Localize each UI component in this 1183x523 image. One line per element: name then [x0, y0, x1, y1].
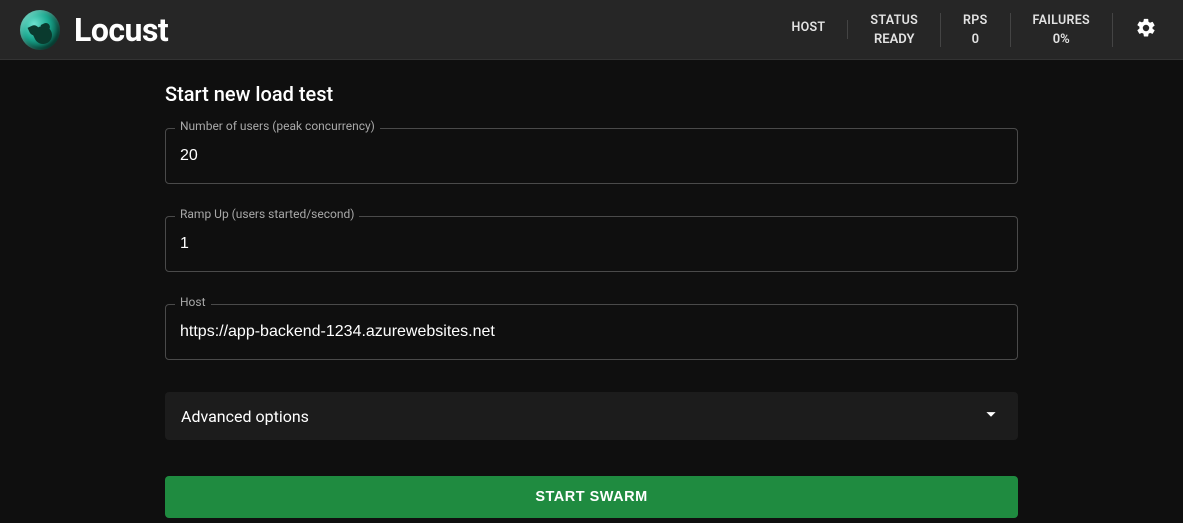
users-input[interactable] [165, 128, 1018, 184]
advanced-options-toggle[interactable]: Advanced options [165, 392, 1018, 440]
stat-rps: RPS 0 [941, 13, 1011, 47]
stat-host: HOST [769, 20, 848, 39]
gear-icon [1135, 17, 1157, 43]
users-label: Number of users (peak concurrency) [175, 119, 380, 133]
host-input[interactable] [165, 304, 1018, 360]
stat-rps-value: 0 [963, 32, 988, 47]
stat-host-label: HOST [791, 20, 825, 35]
topbar: Locust HOST STATUS READY RPS 0 FAILURES … [0, 0, 1183, 60]
brand-name: Locust [74, 11, 168, 49]
chevron-down-icon [980, 403, 1002, 429]
advanced-options-label: Advanced options [181, 407, 309, 426]
users-field: Number of users (peak concurrency) [165, 128, 1018, 184]
stat-status-value: READY [870, 32, 918, 47]
stat-status: STATUS READY [848, 13, 941, 47]
stat-failures: FAILURES 0% [1011, 13, 1113, 47]
stat-status-label: STATUS [870, 13, 918, 28]
host-label: Host [175, 295, 211, 309]
stats: HOST STATUS READY RPS 0 FAILURES 0% [769, 13, 1163, 47]
ramp-up-input[interactable] [165, 216, 1018, 272]
stat-failures-label: FAILURES [1033, 13, 1090, 28]
ramp-up-label: Ramp Up (users started/second) [175, 207, 359, 221]
page-title: Start new load test [165, 82, 1018, 106]
stat-failures-value: 0% [1033, 32, 1090, 47]
locust-logo-icon [20, 10, 60, 50]
host-field: Host [165, 304, 1018, 360]
settings-button[interactable] [1129, 13, 1163, 47]
ramp-up-field: Ramp Up (users started/second) [165, 216, 1018, 272]
start-swarm-button[interactable]: START SWARM [165, 476, 1018, 518]
content: Start new load test Number of users (pea… [165, 60, 1018, 518]
brand: Locust [20, 10, 168, 50]
stat-rps-label: RPS [963, 13, 988, 28]
